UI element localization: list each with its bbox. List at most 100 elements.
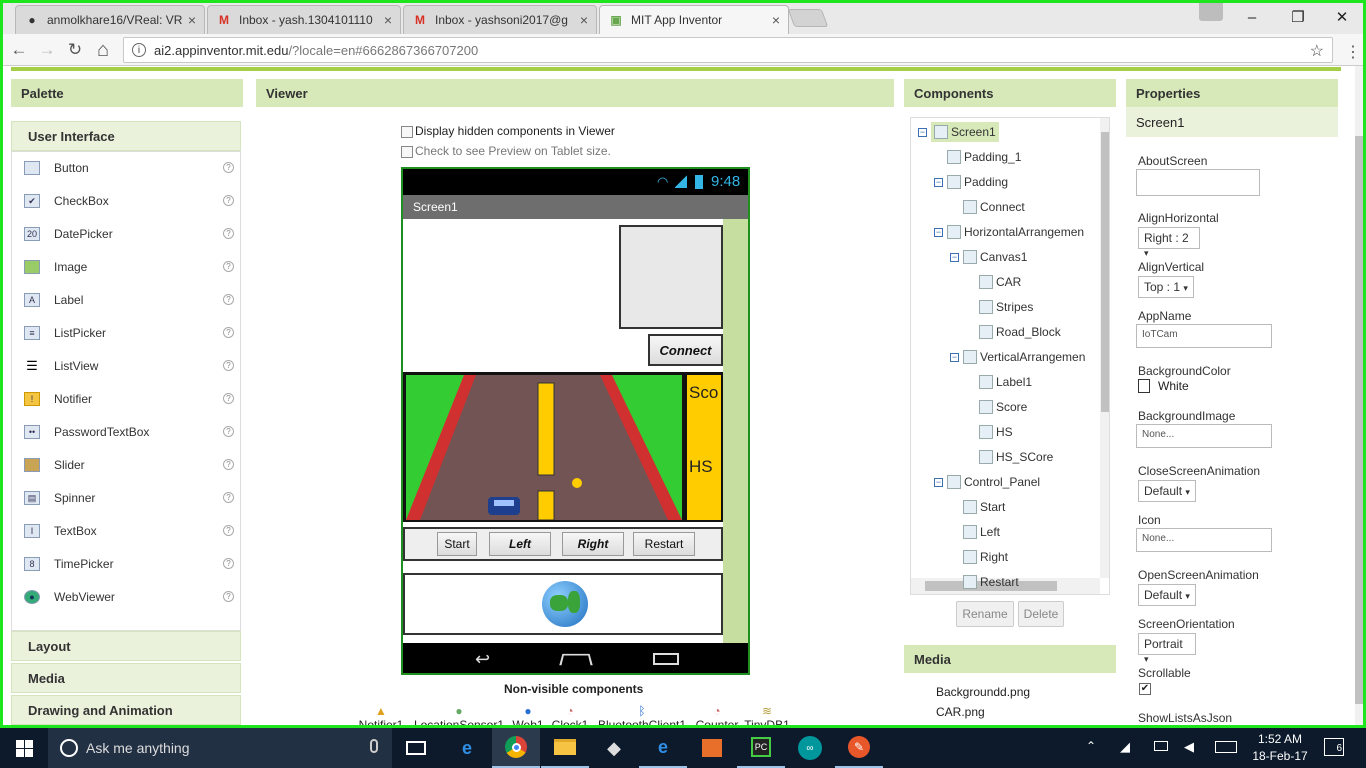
palette-item-webviewer[interactable]: ● WebViewer?: [24, 586, 234, 608]
nonvisible-counter[interactable]: ◔ Counter: [694, 704, 740, 725]
clock-time[interactable]: 1:52 AM: [1248, 732, 1312, 746]
collapse-toggle-icon[interactable]: −: [950, 353, 959, 362]
start-button[interactable]: Start: [437, 532, 477, 556]
tree-item[interactable]: Label1: [979, 372, 1032, 392]
nonvisible-locationsensor[interactable]: ● LocationSensor1: [412, 704, 506, 725]
nonvisible-clock[interactable]: ◔ Clock1: [551, 704, 589, 725]
palette-item-slider[interactable]: Slider?: [24, 454, 234, 476]
background-image-input[interactable]: None...: [1136, 424, 1272, 448]
app-icon[interactable]: ◆: [590, 728, 638, 768]
hidden-components-option[interactable]: Display hidden components in Viewer: [401, 124, 615, 138]
right-button[interactable]: Right: [562, 532, 624, 556]
palette-item-listview[interactable]: ☰ ListView?: [24, 355, 234, 377]
cortana-search[interactable]: Ask me anything: [48, 728, 392, 768]
scrollbar-thumb[interactable]: [1355, 136, 1363, 704]
tree-item[interactable]: Score: [979, 397, 1027, 417]
tab-app-inventor[interactable]: ▣ MIT App Inventor ×: [599, 5, 789, 34]
delete-button[interactable]: Delete: [1018, 601, 1064, 627]
nonvisible-tinydb[interactable]: ≋ TinyDB1: [744, 704, 790, 725]
url-field[interactable]: i ai2.appinventor.mit.edu/?locale=en#666…: [123, 37, 1333, 63]
scrollable-checkbox[interactable]: ✔: [1139, 683, 1151, 695]
tree-item[interactable]: Road_Block: [979, 322, 1061, 342]
action-center-icon[interactable]: 6: [1324, 738, 1344, 756]
tree-item[interactable]: Control_Panel: [947, 472, 1040, 492]
palette-item-spinner[interactable]: ▤ Spinner?: [24, 487, 234, 509]
palette-item-textbox[interactable]: I TextBox?: [24, 520, 234, 542]
tree-item[interactable]: Screen1: [931, 122, 999, 142]
palette-item-checkbox[interactable]: ✔ CheckBox?: [24, 190, 234, 212]
tree-item[interactable]: CAR: [979, 272, 1021, 292]
tab-close-icon[interactable]: ×: [384, 12, 392, 28]
tab-close-icon[interactable]: ×: [580, 12, 588, 28]
palette-category-user-interface[interactable]: User Interface: [11, 121, 241, 151]
tab-close-icon[interactable]: ×: [772, 12, 780, 28]
align-vertical-select[interactable]: Top : 1 ▾: [1138, 276, 1194, 298]
rename-button[interactable]: Rename: [956, 601, 1014, 627]
help-icon[interactable]: ?: [223, 195, 234, 206]
collapse-toggle-icon[interactable]: −: [934, 178, 943, 187]
media-player-icon[interactable]: [688, 728, 736, 768]
tab-inbox-1[interactable]: M Inbox - yash.1304101110 ×: [207, 5, 401, 34]
palette-item-image[interactable]: Image?: [24, 256, 234, 278]
back-icon[interactable]: ←: [7, 38, 31, 62]
palette-item-button[interactable]: Button?: [24, 157, 234, 179]
help-icon[interactable]: ?: [223, 360, 234, 371]
keyboard-icon[interactable]: [1215, 741, 1237, 753]
tree-item[interactable]: Padding: [947, 172, 1008, 192]
tree-item[interactable]: Start: [963, 497, 1005, 517]
collapse-toggle-icon[interactable]: −: [934, 478, 943, 487]
media-item[interactable]: CAR.png: [936, 705, 985, 719]
nonvisible-web[interactable]: ● Web1: [512, 704, 544, 725]
tree-item[interactable]: Canvas1: [963, 247, 1027, 267]
palette-item-passwordtextbox[interactable]: •• PasswordTextBox?: [24, 421, 234, 443]
tree-item[interactable]: Connect: [963, 197, 1025, 217]
reload-icon[interactable]: ↻: [63, 38, 87, 62]
tablet-preview-checkbox[interactable]: [401, 145, 413, 158]
tab-close-icon[interactable]: ×: [188, 12, 196, 28]
game-canvas[interactable]: [406, 375, 682, 520]
help-icon[interactable]: ?: [223, 558, 234, 569]
open-animation-select[interactable]: Default ▾: [1138, 584, 1196, 606]
file-explorer-icon[interactable]: [541, 728, 589, 768]
collapse-toggle-icon[interactable]: −: [918, 128, 927, 137]
edge-icon[interactable]: e: [443, 728, 491, 768]
microphone-icon[interactable]: [370, 739, 378, 753]
palette-item-datepicker[interactable]: 20 DatePicker?: [24, 223, 234, 245]
align-horizontal-select[interactable]: Right : 2 ▾: [1138, 227, 1200, 258]
volume-icon[interactable]: ◀: [1184, 739, 1194, 755]
icon-input[interactable]: None...: [1136, 528, 1272, 552]
close-animation-select[interactable]: Default ▾: [1138, 480, 1196, 502]
screen-orientation-select[interactable]: Portrait ▾: [1138, 633, 1196, 664]
arduino-icon[interactable]: ∞: [786, 728, 834, 768]
help-icon[interactable]: ?: [223, 162, 234, 173]
media-item[interactable]: Backgroundd.png: [936, 685, 1030, 699]
clock-date[interactable]: 18-Feb-17: [1248, 749, 1312, 763]
page-scrollbar[interactable]: [1355, 66, 1363, 725]
tree-item[interactable]: Right: [963, 547, 1008, 567]
tablet-preview-option[interactable]: Check to see Preview on Tablet size.: [401, 144, 611, 158]
connect-button[interactable]: Connect: [648, 334, 723, 366]
home-icon[interactable]: ⌂: [91, 38, 115, 62]
app-name-input[interactable]: IoTCam: [1136, 324, 1272, 348]
chrome-icon[interactable]: [492, 728, 540, 768]
palette-category-media[interactable]: Media: [11, 663, 241, 693]
palette-category-drawing-animation[interactable]: Drawing and Animation: [11, 695, 241, 725]
show-hidden-icons[interactable]: ⌃: [1086, 739, 1096, 753]
user-profile-icon[interactable]: [1199, 3, 1223, 21]
background-color-picker[interactable]: White: [1138, 379, 1189, 393]
help-icon[interactable]: ?: [223, 261, 234, 272]
palette-item-listpicker[interactable]: ≡ ListPicker?: [24, 322, 234, 344]
collapse-toggle-icon[interactable]: −: [934, 228, 943, 237]
bookmark-star-icon[interactable]: ☆: [1310, 41, 1324, 61]
tree-item[interactable]: Left: [963, 522, 1000, 542]
maximize-icon[interactable]: ❐: [1275, 3, 1321, 31]
network-icon[interactable]: ◢: [1120, 739, 1130, 755]
tree-item[interactable]: HS_SCore: [979, 447, 1053, 467]
help-icon[interactable]: ?: [223, 294, 234, 305]
tree-item[interactable]: HS: [979, 422, 1013, 442]
minimize-icon[interactable]: –: [1229, 3, 1275, 31]
internet-explorer-icon[interactable]: e: [639, 728, 687, 768]
tree-item[interactable]: HorizontalArrangemen: [947, 222, 1084, 242]
help-icon[interactable]: ?: [223, 459, 234, 470]
tree-vscroll[interactable]: [1100, 118, 1109, 578]
